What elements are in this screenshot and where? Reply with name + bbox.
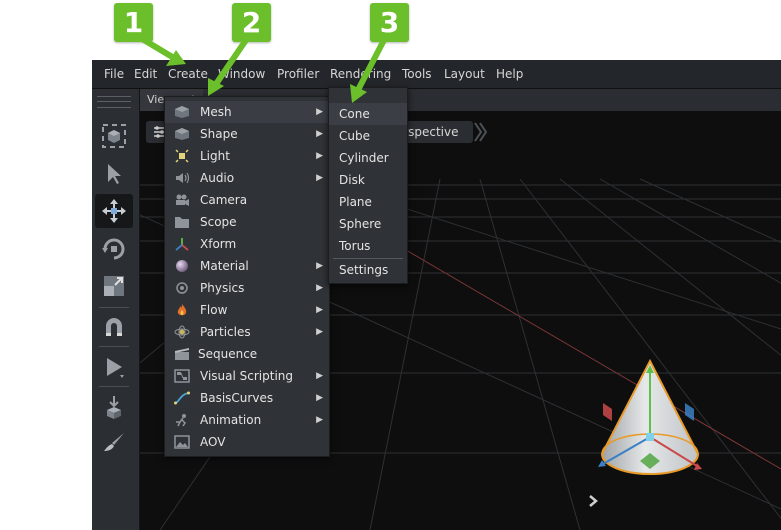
toolbar-separator <box>99 386 129 387</box>
submenu-arrow-icon: ▶ <box>316 371 323 381</box>
create-menu: Mesh ▶ Shape ▶ Light ▶ Audio ▶ Camera Sc… <box>164 96 330 457</box>
callout-arrow-1 <box>141 37 177 61</box>
menu-rendering[interactable]: Rendering <box>328 60 393 88</box>
mesh-item-settings[interactable]: Settings <box>329 259 407 281</box>
mesh-item-sphere[interactable]: Sphere <box>329 213 407 235</box>
create-menu-item-physics[interactable]: Physics ▶ <box>165 277 329 299</box>
select-box-icon <box>102 124 126 148</box>
submenu-arrow-icon: ▶ <box>316 173 323 183</box>
physics-icon <box>176 282 188 294</box>
physics-tool-button[interactable] <box>95 390 133 424</box>
cone-object[interactable] <box>570 339 730 499</box>
image-icon <box>174 435 190 449</box>
create-menu-item-material[interactable]: Material ▶ <box>165 255 329 277</box>
mesh-item-cube[interactable]: Cube <box>329 125 407 147</box>
toolbar-grip[interactable] <box>97 96 131 108</box>
cube-icon <box>175 106 189 118</box>
drop-physics-icon <box>107 396 121 419</box>
folder-icon <box>175 217 189 228</box>
callout-badge-1: 1 <box>114 3 153 42</box>
callout-badge-3: 3 <box>370 3 409 42</box>
create-menu-item-xform[interactable]: Xform <box>165 233 329 255</box>
move-tool-button[interactable] <box>95 194 133 228</box>
toolbar-separator <box>99 346 129 347</box>
menu-create[interactable]: Create <box>166 60 210 88</box>
submenu-arrow-icon: ▶ <box>316 151 323 161</box>
xform-axes-icon <box>175 238 189 251</box>
mesh-item-torus[interactable]: Torus <box>329 235 407 257</box>
menu-file[interactable]: File <box>102 60 126 88</box>
rotate-icon <box>102 238 125 260</box>
chevron-right-double-icon[interactable] <box>473 121 487 143</box>
create-menu-item-basiscurves[interactable]: BasisCurves ▶ <box>165 387 329 409</box>
application-window: File Edit Create Window Profiler Renderi… <box>92 60 781 530</box>
particles-icon <box>174 325 190 339</box>
scale-tool-button[interactable] <box>95 269 133 303</box>
create-menu-item-visual-scripting[interactable]: Visual Scripting ▶ <box>165 365 329 387</box>
menu-profiler[interactable]: Profiler <box>275 60 321 88</box>
create-menu-item-aov[interactable]: AOV <box>165 431 329 453</box>
select-tool-button[interactable] <box>95 157 133 191</box>
menu-bar: File Edit Create Window Profiler Renderi… <box>92 60 781 89</box>
create-menu-item-mesh[interactable]: Mesh ▶ <box>165 101 329 123</box>
select-mode-button[interactable] <box>95 119 133 153</box>
menu-layout[interactable]: Layout <box>442 60 487 88</box>
submenu-arrow-icon: ▶ <box>316 393 323 403</box>
cube-icon <box>175 128 189 140</box>
menu-window[interactable]: Window <box>216 60 267 88</box>
menu-edit[interactable]: Edit <box>132 60 159 88</box>
menu-tools[interactable]: Tools <box>400 60 434 88</box>
callout-badge-2: 2 <box>232 3 271 42</box>
move-arrows-icon <box>102 199 126 223</box>
create-menu-item-animation[interactable]: Animation ▶ <box>165 409 329 431</box>
film-icon <box>175 348 189 360</box>
mesh-item-plane[interactable]: Plane <box>329 191 407 213</box>
create-menu-item-audio[interactable]: Audio ▶ <box>165 167 329 189</box>
submenu-arrow-icon: ▶ <box>316 129 323 139</box>
create-menu-item-sequence[interactable]: Sequence <box>165 343 329 365</box>
create-menu-item-scope[interactable]: Scope <box>165 211 329 233</box>
paint-tool-button[interactable] <box>95 426 133 460</box>
create-menu-item-particles[interactable]: Particles ▶ <box>165 321 329 343</box>
play-icon <box>107 358 124 378</box>
mesh-item-cylinder[interactable]: Cylinder <box>329 147 407 169</box>
rotate-tool-button[interactable] <box>95 232 133 266</box>
paint-brush-icon <box>104 433 124 451</box>
submenu-arrow-icon: ▶ <box>316 415 323 425</box>
create-menu-item-shape[interactable]: Shape ▶ <box>165 123 329 145</box>
create-menu-item-camera[interactable]: Camera <box>165 189 329 211</box>
toolbar-separator <box>99 307 129 308</box>
play-button[interactable] <box>95 350 133 384</box>
create-menu-item-flow[interactable]: Flow ▶ <box>165 299 329 321</box>
mesh-item-cone[interactable]: Cone <box>329 103 407 125</box>
snap-tool-button[interactable] <box>95 311 133 345</box>
left-toolbar <box>92 89 140 530</box>
sphere-icon <box>176 260 188 272</box>
scale-icon <box>104 276 124 296</box>
submenu-arrow-icon: ▶ <box>316 283 323 293</box>
mesh-item-disk[interactable]: Disk <box>329 169 407 191</box>
menu-help[interactable]: Help <box>494 60 525 88</box>
submenu-arrow-icon: ▶ <box>316 261 323 271</box>
create-menu-item-light[interactable]: Light ▶ <box>165 145 329 167</box>
curve-icon <box>174 391 190 405</box>
light-icon <box>175 149 189 163</box>
submenu-arrow-icon: ▶ <box>316 107 323 117</box>
cursor-arrow-icon <box>108 164 121 184</box>
submenu-arrow-icon: ▶ <box>316 305 323 315</box>
animation-icon <box>176 414 186 427</box>
magnet-icon <box>106 318 122 336</box>
camera-icon <box>176 194 189 206</box>
speaker-icon <box>176 172 190 184</box>
mesh-submenu: Cone Cube Cylinder Disk Plane Sphere Tor… <box>328 87 408 284</box>
graph-icon <box>174 369 190 383</box>
submenu-arrow-icon: ▶ <box>316 327 323 337</box>
flame-icon <box>177 304 187 316</box>
